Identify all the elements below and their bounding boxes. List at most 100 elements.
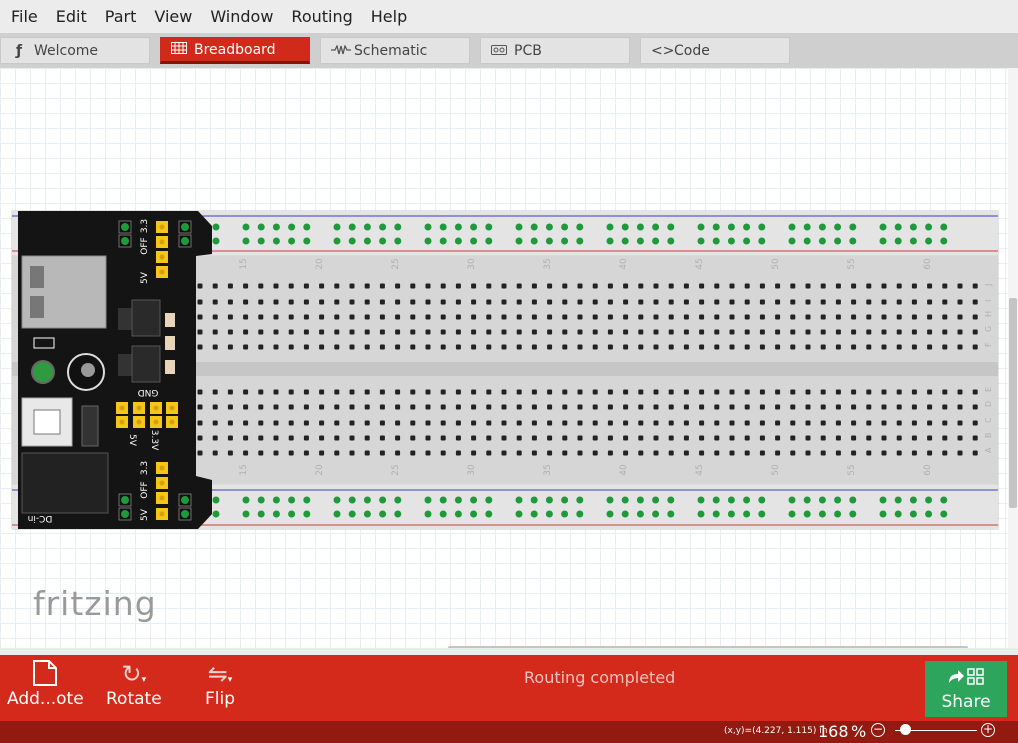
tab-label: Schematic — [354, 42, 428, 59]
breadboard-hole — [303, 344, 309, 350]
power-supply-module[interactable]: OFF 3.3 5V GND 5V 3.3V 3.3 OFF 5V DC-in — [18, 211, 212, 529]
rail-hole — [894, 510, 902, 518]
horizontal-scroll-thumb[interactable] — [448, 646, 968, 648]
breadboard-hole — [303, 299, 309, 305]
rail-hole — [636, 223, 644, 231]
flip-button[interactable]: ⇋▾ Flip — [205, 659, 235, 709]
breadboard-hole — [607, 329, 613, 335]
breadboard-hole — [349, 435, 355, 441]
breadboard-hole — [623, 314, 629, 320]
breadboard-hole — [866, 299, 872, 305]
breadboard-hole — [972, 314, 978, 320]
rail-hole — [879, 223, 887, 231]
column-number-top: 15 — [239, 258, 249, 269]
breadboard-canvas[interactable]: 15 15 20 20 25 25 30 30 35 35 40 40 45 45 50 50 55 55 60 60… — [0, 68, 1018, 648]
breadboard-hole — [790, 314, 796, 320]
rail-hole — [940, 496, 948, 504]
horizontal-scrollbar[interactable] — [0, 646, 1008, 648]
breadboard-hole — [258, 329, 264, 335]
module-label: 5V — [140, 508, 150, 521]
breadboard-hole — [516, 314, 522, 320]
zoom-value[interactable]: 168 — [818, 722, 849, 741]
tab-pcb[interactable]: PCB — [480, 37, 630, 64]
share-button[interactable]: Share — [925, 661, 1007, 717]
rail-hole — [788, 237, 796, 245]
breadboard-hole — [243, 404, 249, 410]
breadboard-hole — [577, 435, 583, 441]
breadboard-hole — [486, 389, 492, 395]
rail-hole — [576, 496, 584, 504]
breadboard-hole — [410, 435, 416, 441]
breadboard-hole — [729, 450, 735, 456]
rail-hole — [788, 496, 796, 504]
add-note-button[interactable]: Add...ote — [7, 659, 84, 709]
breadboard-hole — [227, 283, 233, 289]
rail-hole — [561, 223, 569, 231]
rail-hole — [454, 510, 462, 518]
regulator — [118, 308, 132, 330]
breadboard-hole — [379, 389, 385, 395]
breadboard-drawing[interactable]: 15 15 20 20 25 25 30 30 35 35 40 40 45 45 50 50 55 55 60 60… — [0, 68, 1018, 648]
vertical-scroll-thumb[interactable] — [1009, 298, 1017, 508]
breadboard-hole — [410, 329, 416, 335]
breadboard-hole — [288, 404, 294, 410]
power-switch-button[interactable] — [33, 409, 61, 435]
rail-hole — [212, 510, 220, 518]
rail-hole — [424, 496, 432, 504]
menu-routing[interactable]: Routing — [291, 7, 366, 26]
menu-part[interactable]: Part — [105, 7, 151, 26]
breadboard-hole — [714, 389, 720, 395]
menu-edit[interactable]: Edit — [56, 7, 101, 26]
breadboard-hole — [455, 404, 461, 410]
breadboard-hole — [440, 283, 446, 289]
breadboard-hole — [744, 314, 750, 320]
rail-hole — [834, 510, 842, 518]
fritzing-logo: fritzing — [33, 584, 157, 623]
breadboard-hole — [319, 420, 325, 426]
menu-file[interactable]: File — [11, 7, 52, 26]
tab-welcome[interactable]: ƒ Welcome — [0, 37, 150, 64]
vertical-scrollbar[interactable] — [1008, 68, 1018, 648]
zoom-out-icon[interactable]: − — [871, 723, 885, 737]
breadboard-hole — [607, 344, 613, 350]
view-tab-bar: ƒ Welcome Breadboard Schematic PCB <> Co… — [0, 33, 1018, 68]
breadboard-hole — [835, 299, 841, 305]
zoom-in-icon[interactable]: + — [981, 723, 995, 737]
breadboard-hole — [258, 420, 264, 426]
rail-hole — [470, 496, 478, 504]
breadboard-hole — [349, 283, 355, 289]
rail-hole — [849, 237, 857, 245]
breadboard-hole — [486, 299, 492, 305]
zoom-slider-handle[interactable] — [899, 724, 911, 735]
cursor-coordinates: (x,y)=(4.227, 1.115) in — [724, 726, 828, 736]
breadboard-hole — [942, 283, 948, 289]
breadboard-hole — [790, 329, 796, 335]
breadboard-hole — [243, 450, 249, 456]
breadboard-hole — [759, 420, 765, 426]
row-letter: G — [984, 326, 993, 332]
menu-window[interactable]: Window — [210, 7, 287, 26]
rail-hole — [379, 496, 387, 504]
tab-schematic[interactable]: Schematic — [320, 37, 470, 64]
breadboard-hole — [881, 283, 887, 289]
breadboard-hole — [911, 450, 917, 456]
breadboard-hole — [790, 420, 796, 426]
tab-code[interactable]: <> Code — [640, 37, 790, 64]
breadboard-hole — [835, 329, 841, 335]
menu-view[interactable]: View — [154, 7, 206, 26]
rotate-button[interactable]: ↻▾ Rotate — [106, 659, 162, 709]
rail-hole — [818, 237, 826, 245]
rail-hole — [348, 510, 356, 518]
breadboard-hole — [805, 404, 811, 410]
smd-resistor — [165, 360, 175, 374]
breadboard-hole — [820, 389, 826, 395]
breadboard-hole — [288, 283, 294, 289]
rail-hole — [303, 237, 311, 245]
menu-help[interactable]: Help — [371, 7, 421, 26]
breadboard-hole — [501, 329, 507, 335]
tab-breadboard[interactable]: Breadboard — [160, 37, 310, 64]
breadboard-hole — [699, 450, 705, 456]
breadboard-hole — [243, 329, 249, 335]
breadboard-hole — [911, 404, 917, 410]
breadboard-hole — [379, 329, 385, 335]
